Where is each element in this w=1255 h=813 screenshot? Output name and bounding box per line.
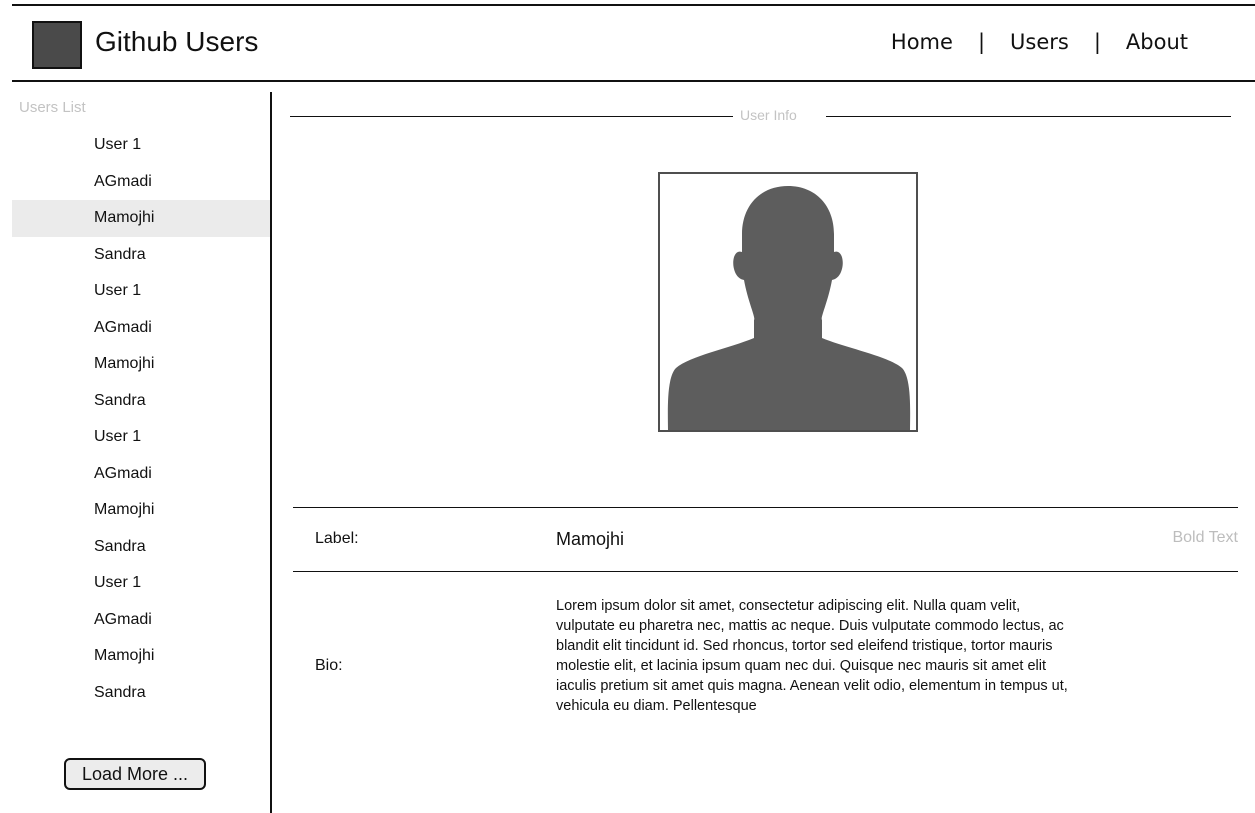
user-list-item[interactable]: User 1 xyxy=(12,565,271,602)
bio-text: Lorem ipsum dolor sit amet, consectetur … xyxy=(556,598,1068,714)
user-list-item[interactable]: AGmadi xyxy=(12,164,271,201)
user-list: User 1 AGmadi Mamojhi Sandra User 1 AGmadi Mam… xyxy=(12,127,271,711)
user-list-item[interactable]: AGmadi xyxy=(12,310,271,347)
nav-home-link[interactable]: Home xyxy=(891,26,953,58)
user-list-item[interactable]: Sandra xyxy=(12,675,271,712)
load-more-button[interactable]: Load More ... xyxy=(64,758,206,790)
main-nav: Home | Users | About xyxy=(891,26,1188,58)
user-list-item[interactable]: AGmadi xyxy=(12,456,271,493)
user-name-value: Mamojhi xyxy=(556,529,625,549)
row-divider xyxy=(293,571,1238,572)
app-title: Github Users xyxy=(95,26,259,57)
user-list-item[interactable]: Mamojhi xyxy=(12,638,271,675)
users-list-title: Users List xyxy=(19,99,86,116)
user-list-item[interactable]: Sandra xyxy=(12,383,271,420)
user-list-item[interactable]: User 1 xyxy=(12,419,271,456)
nav-users-link[interactable]: Users xyxy=(1010,26,1069,58)
user-list-item[interactable]: User 1 xyxy=(12,273,271,310)
user-list-item[interactable]: AGmadi xyxy=(12,602,271,639)
row-divider xyxy=(293,507,1238,508)
user-info-legend: User Info xyxy=(740,107,797,123)
user-list-item[interactable]: Mamojhi xyxy=(12,492,271,529)
users-sidebar: Users List User 1 AGmadi Mamojhi Sandra User… xyxy=(12,90,271,813)
user-list-item[interactable]: Sandra xyxy=(12,237,271,274)
nav-about-link[interactable]: About xyxy=(1126,26,1188,58)
user-list-item[interactable]: Mamojhi xyxy=(12,346,271,383)
user-list-item[interactable]: Mamojhi xyxy=(12,200,271,237)
app-logo xyxy=(32,21,82,69)
user-info-panel: User Info Label: Mamojhi Bold Text Bio: … xyxy=(272,82,1255,813)
app-header: Github Users Home | Users | About xyxy=(12,6,1255,82)
bio-label: Bio: xyxy=(315,657,343,674)
bold-text-label: Bold Text xyxy=(1172,529,1238,546)
legend-rule-right xyxy=(826,116,1231,117)
user-list-item[interactable]: User 1 xyxy=(12,127,271,164)
nav-separator: | xyxy=(1093,30,1101,54)
name-label: Label: xyxy=(315,530,359,547)
user-avatar xyxy=(658,172,918,432)
legend-rule-left xyxy=(290,116,733,117)
user-silhouette-icon xyxy=(667,186,911,430)
nav-separator: | xyxy=(977,30,986,54)
user-list-item[interactable]: Sandra xyxy=(12,529,271,566)
